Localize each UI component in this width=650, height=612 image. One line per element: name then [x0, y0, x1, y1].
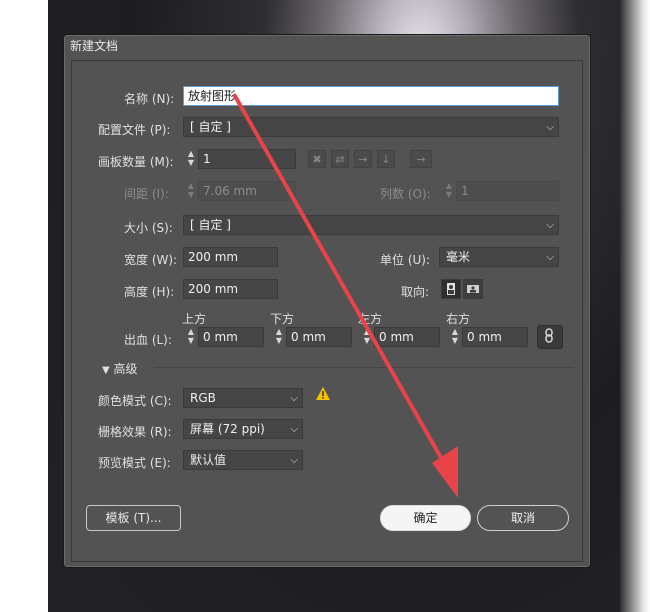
- annotation-arrow-shaft: [233, 94, 450, 472]
- annotation-arrow-head: [432, 446, 458, 498]
- annotation-arrow: [233, 94, 458, 498]
